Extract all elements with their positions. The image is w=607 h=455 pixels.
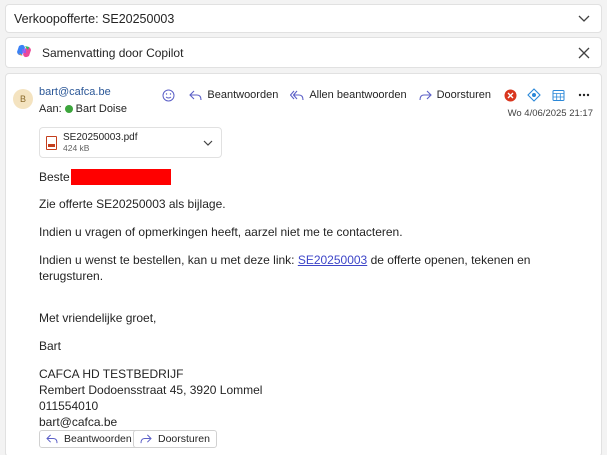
body-line-2: Indien u vragen of opmerkingen heeft, aa…: [39, 225, 403, 239]
avatar[interactable]: B: [13, 89, 33, 109]
calendar-grid-icon[interactable]: [549, 86, 567, 104]
greeting: Beste: [39, 170, 70, 184]
message-date: Wo 4/06/2025 21:17: [507, 108, 593, 119]
close-icon[interactable]: [577, 46, 591, 60]
message-header: B bart@cafca.be Aan: Bart Doise Beantwoo…: [13, 86, 593, 120]
reply-icon: [46, 434, 58, 444]
recipient-line: Aan: Bart Doise: [39, 103, 127, 115]
footer-forward-button[interactable]: Doorsturen: [133, 430, 217, 448]
signature-company: CAFCA HD TESTBEDRIJF: [39, 367, 184, 381]
body-line-1: Zie offerte SE20250003 als bijlage.: [39, 197, 226, 211]
message-actions: Beantwoorden Allen beantwoorden Doorstur…: [159, 86, 593, 104]
footer-reply-label: Beantwoorden: [64, 433, 132, 445]
copilot-icon: [16, 43, 32, 62]
attachment-card[interactable]: SE20250003.pdf 424 kB: [39, 127, 222, 158]
chevron-down-icon[interactable]: [577, 12, 591, 26]
forward-label: Doorsturen: [436, 89, 491, 101]
chevron-down-icon[interactable]: [203, 136, 213, 150]
subject-bar[interactable]: Verkoopofferte: SE20250003: [5, 4, 602, 33]
attachment-name: SE20250003.pdf: [63, 131, 138, 143]
signature-address: Rembert Dodoensstraat 45, 3920 Lommel: [39, 383, 263, 397]
forward-icon: [140, 434, 152, 444]
reply-label: Beantwoorden: [207, 89, 279, 101]
reply-button[interactable]: Beantwoorden: [189, 89, 278, 101]
subject-title: Verkoopofferte: SE20250003: [14, 11, 175, 26]
message-pane: B bart@cafca.be Aan: Bart Doise Beantwoo…: [5, 73, 602, 455]
footer-forward-label: Doorsturen: [158, 433, 210, 445]
sender-email[interactable]: bart@cafca.be: [39, 86, 111, 98]
forward-button[interactable]: Doorsturen: [419, 89, 491, 101]
message-body: Beste Zie offerte SE20250003 als bijlage…: [39, 169, 591, 430]
copilot-summary-bar[interactable]: Samenvatting door Copilot: [5, 37, 602, 68]
recipient-name[interactable]: Bart Doise: [76, 103, 127, 115]
reply-icon: [189, 90, 202, 100]
emoji-reaction-icon[interactable]: [159, 86, 177, 104]
addin-diamond-icon[interactable]: [525, 86, 543, 104]
reply-all-button[interactable]: Allen beantwoorden: [290, 89, 407, 101]
closing: Met vriendelijke groet,: [39, 311, 157, 325]
redacted-name: [70, 169, 171, 185]
attachment-info: SE20250003.pdf 424 kB: [63, 132, 138, 154]
signature-email: bart@cafca.be: [39, 415, 118, 429]
pdf-file-icon: [46, 135, 57, 150]
offer-link[interactable]: SE20250003: [298, 253, 367, 267]
copilot-title: Samenvatting door Copilot: [42, 45, 184, 60]
reply-all-icon: [290, 90, 304, 100]
signature-name: Bart: [39, 339, 62, 353]
greeting-line: Beste: [39, 169, 591, 185]
to-label: Aan:: [39, 103, 62, 115]
more-options-icon[interactable]: [575, 86, 593, 104]
body-line-3: Indien u wenst te bestellen, kan u met d…: [39, 252, 591, 284]
reply-all-label: Allen beantwoorden: [309, 89, 407, 101]
body-line-3-before: Indien u wenst te bestellen, kan u met d…: [39, 253, 298, 267]
presence-online-icon: [64, 105, 73, 113]
app-addin-icon[interactable]: [501, 86, 519, 104]
footer-reply-button[interactable]: Beantwoorden: [39, 430, 139, 448]
signature-phone: 011554010: [39, 399, 99, 413]
attachment-size: 424 kB: [63, 142, 90, 153]
forward-icon: [419, 90, 432, 100]
